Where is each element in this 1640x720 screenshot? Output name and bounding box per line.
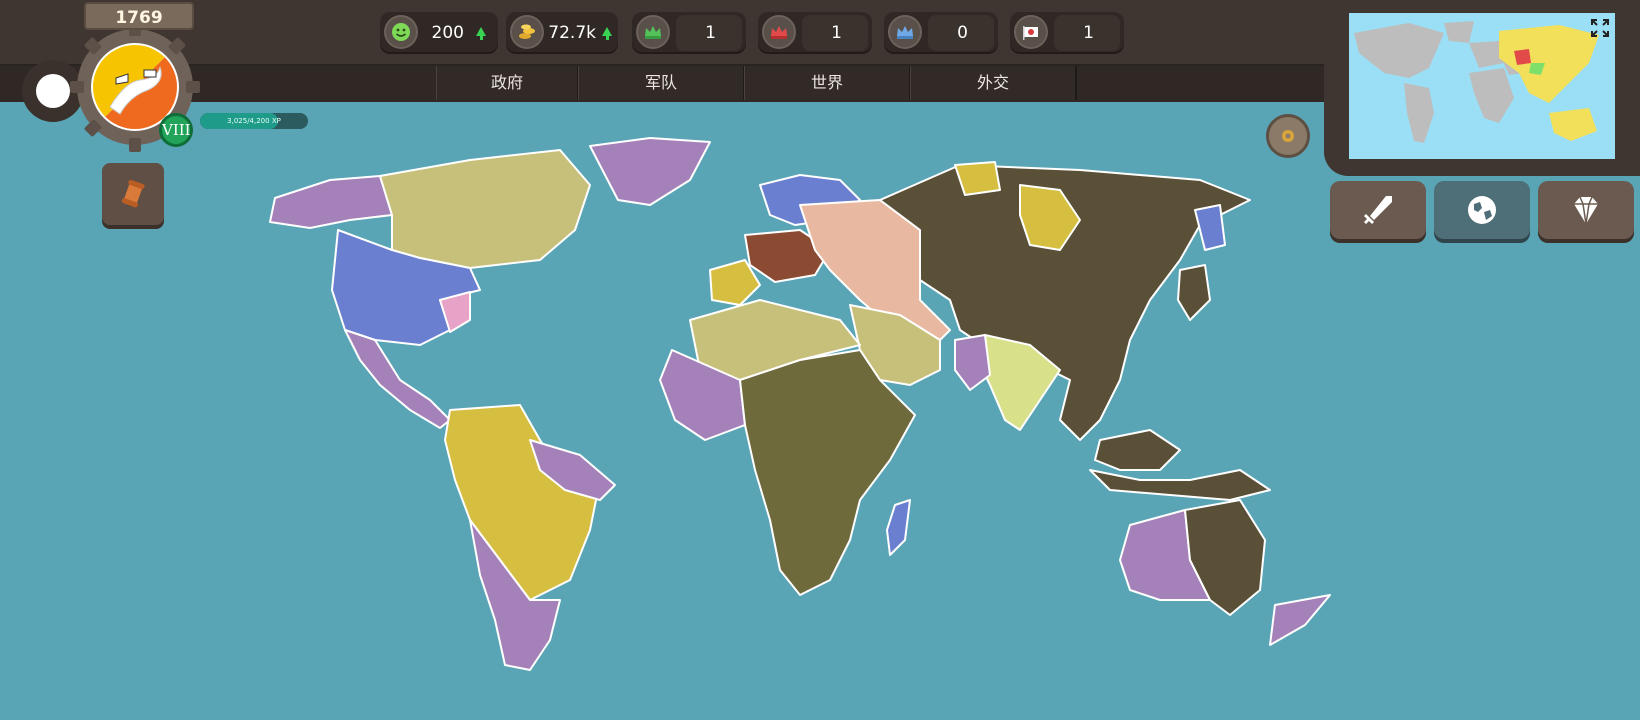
resource-crown-green[interactable]: 1 <box>632 12 746 54</box>
toggle-knob <box>36 74 70 108</box>
resource-value: 1 <box>1083 23 1094 43</box>
up-arrow-stem <box>479 35 483 40</box>
premium-button[interactable] <box>1538 181 1634 239</box>
resource-happiness[interactable]: 200 <box>380 12 498 54</box>
year-display: 1769 <box>84 2 194 30</box>
crown-red-icon <box>762 15 796 49</box>
resource-value: 200 <box>431 23 464 43</box>
resource-crown-red[interactable]: 1 <box>758 12 872 54</box>
resource-crown-blue[interactable]: 0 <box>884 12 998 54</box>
up-arrow-stem <box>605 35 609 40</box>
gear-icon <box>1282 130 1294 142</box>
crown-green-icon <box>636 15 670 49</box>
resource-gold[interactable]: 72.7k <box>506 12 618 54</box>
xp-text: 3,025/4,200 XP <box>227 117 281 125</box>
resource-value: 1 <box>831 23 842 43</box>
smiley-icon <box>384 15 418 49</box>
world-button[interactable] <box>1434 181 1530 239</box>
scroll-icon <box>121 179 145 208</box>
globe-icon <box>1468 196 1496 224</box>
sword-icon <box>1364 196 1392 224</box>
coins-icon <box>510 15 544 49</box>
crown-blue-icon <box>888 15 922 49</box>
minimap[interactable] <box>1349 13 1615 159</box>
resource-value: 72.7k <box>548 23 596 43</box>
tab-diplomacy[interactable]: 外交 <box>910 66 1077 100</box>
level-badge: VIII <box>159 113 193 147</box>
tab-army[interactable]: 军队 <box>578 66 745 100</box>
resource-value: 0 <box>957 23 968 43</box>
xp-bar: 3,025/4,200 XP <box>200 113 308 129</box>
fullscreen-icon[interactable] <box>1590 18 1610 38</box>
quest-scroll-button[interactable] <box>102 163 164 225</box>
war-button[interactable] <box>1330 181 1426 239</box>
settings-button[interactable] <box>1266 114 1310 158</box>
tab-government[interactable]: 政府 <box>436 66 579 100</box>
resource-value: 1 <box>705 23 716 43</box>
diamond-icon <box>1574 196 1598 225</box>
resource-flag[interactable]: 1 <box>1010 12 1124 54</box>
flag-icon <box>1014 15 1048 49</box>
tab-world[interactable]: 世界 <box>744 66 911 100</box>
